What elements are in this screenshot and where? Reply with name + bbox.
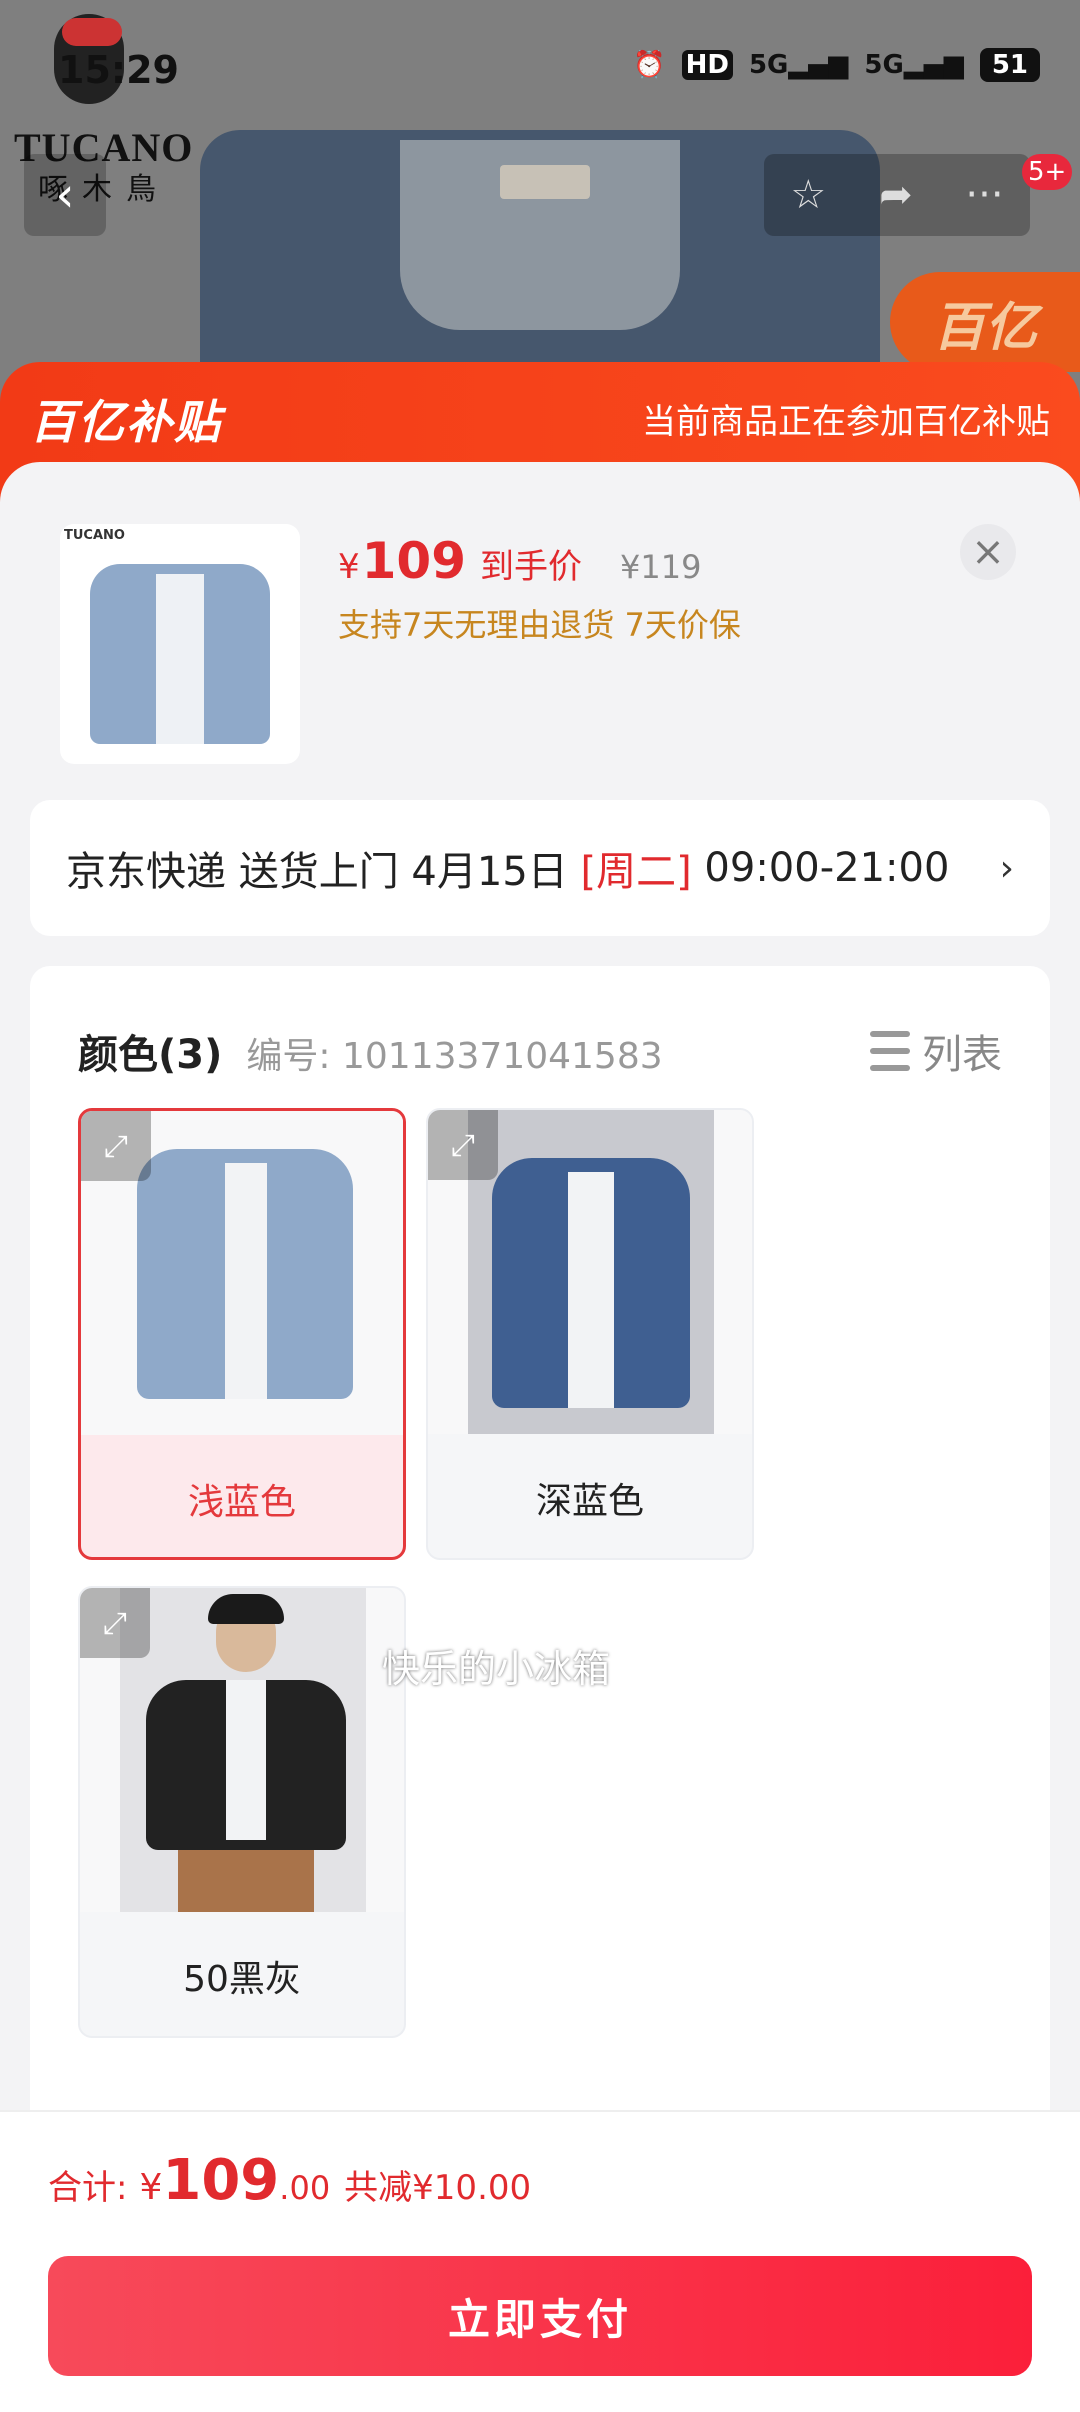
original-price: ¥119 <box>620 548 702 586</box>
alarm-icon: ⏰ <box>633 50 666 80</box>
color-option-black-grey[interactable]: ⤢ 50黑灰 <box>78 1586 406 2038</box>
service-tags: 支持7天无理由退货 7天价保 <box>338 606 741 644</box>
expand-icon[interactable]: ⤢ <box>428 1110 498 1180</box>
total-amount-integer: 109 <box>162 2148 280 2213</box>
close-icon: × <box>971 529 1005 575</box>
price-currency: ¥ <box>338 547 360 587</box>
delivery-row[interactable]: 京东快递 送货上门 4月15日 [周二] 09:00-21:00 › <box>30 800 1050 936</box>
back-button[interactable]: ‹ <box>24 154 106 236</box>
total-savings: 共减¥10.00 <box>344 2168 532 2208</box>
pay-now-button[interactable]: 立即支付 <box>48 2256 1032 2376</box>
share-icon[interactable]: ➦ <box>879 172 913 218</box>
expand-icon[interactable]: ⤢ <box>80 1588 150 1658</box>
chevron-right-icon: › <box>999 847 1014 889</box>
top-actions: ☆ ➦ ··· <box>764 154 1030 236</box>
options-header: 颜色(3) 编号: 10113371041583 <box>78 1022 663 1080</box>
total-bar: 合计: ¥ 109 .00 共减¥10.00 <box>0 2110 1080 2246</box>
list-icon <box>870 1031 910 1071</box>
more-icon[interactable]: ··· <box>965 172 1003 218</box>
battery-icon: 51 <box>979 48 1040 82</box>
delivery-prefix: 京东快递 送货上门 4月15日 <box>66 849 581 895</box>
sku-number: 编号: 10113371041583 <box>246 1036 663 1077</box>
close-button[interactable]: × <box>960 524 1016 580</box>
toucan-beak <box>62 18 122 46</box>
signal-5g-icon: 5G▂▄▆ <box>748 50 849 80</box>
list-view-toggle[interactable]: 列表 <box>870 1022 1002 1080</box>
color-option-dark-blue[interactable]: ⤢ 深蓝色 <box>426 1108 754 1560</box>
chevron-left-icon: ‹ <box>55 167 75 223</box>
total-amount-decimal: .00 <box>279 2169 331 2207</box>
subsidy-banner-text: 当前商品正在参加百亿补贴 <box>642 402 1050 442</box>
delivery-window: 09:00-21:00 <box>691 845 950 891</box>
cart-badge: 5+ <box>1022 154 1073 190</box>
color-option-light-blue[interactable]: ⤢ 浅蓝色 <box>78 1108 406 1560</box>
subsidy-logo: 百亿补贴 <box>30 395 222 449</box>
watermark-text: 快乐的小冰箱 <box>382 1647 611 1691</box>
final-price-label: 到手价 <box>480 547 583 587</box>
hd-icon: HD <box>681 50 733 80</box>
star-icon[interactable]: ☆ <box>790 172 826 218</box>
delivery-weekday: [周二] <box>580 849 692 895</box>
color-option-label: 50黑灰 <box>183 1959 301 2000</box>
options-title: 颜色(3) <box>78 1032 223 1078</box>
thumbnail-jacket <box>90 564 270 744</box>
color-option-label: 深蓝色 <box>535 1481 644 1522</box>
total-label: 合计: <box>48 2168 128 2208</box>
signal-5g-icon: 5G▂▄▆ <box>864 50 964 80</box>
product-thumbnail[interactable]: TUCANO <box>60 524 300 764</box>
total-currency: ¥ <box>139 2167 163 2208</box>
status-icons: ⏰ HD 5G▂▄▆ 5G▂▄▆ 51 <box>633 48 1040 82</box>
final-price: 109 <box>361 532 467 590</box>
list-view-label: 列表 <box>922 1032 1002 1078</box>
color-options-panel: 颜色(3) 编号: 10113371041583 列表 ⤢ 浅蓝色 ⤢ 深蓝色 <box>30 966 1050 2146</box>
pay-area: 立即支付 <box>0 2246 1080 2412</box>
color-option-label: 浅蓝色 <box>187 1482 296 1523</box>
expand-icon[interactable]: ⤢ <box>81 1111 151 1181</box>
subsidy-corner-badge: 百亿 <box>890 272 1080 372</box>
thumbnail-brand-logo: TUCANO <box>64 528 125 543</box>
price-row: ¥ 109 到手价 ¥119 <box>338 532 701 590</box>
status-time: 15:29 <box>58 48 179 92</box>
